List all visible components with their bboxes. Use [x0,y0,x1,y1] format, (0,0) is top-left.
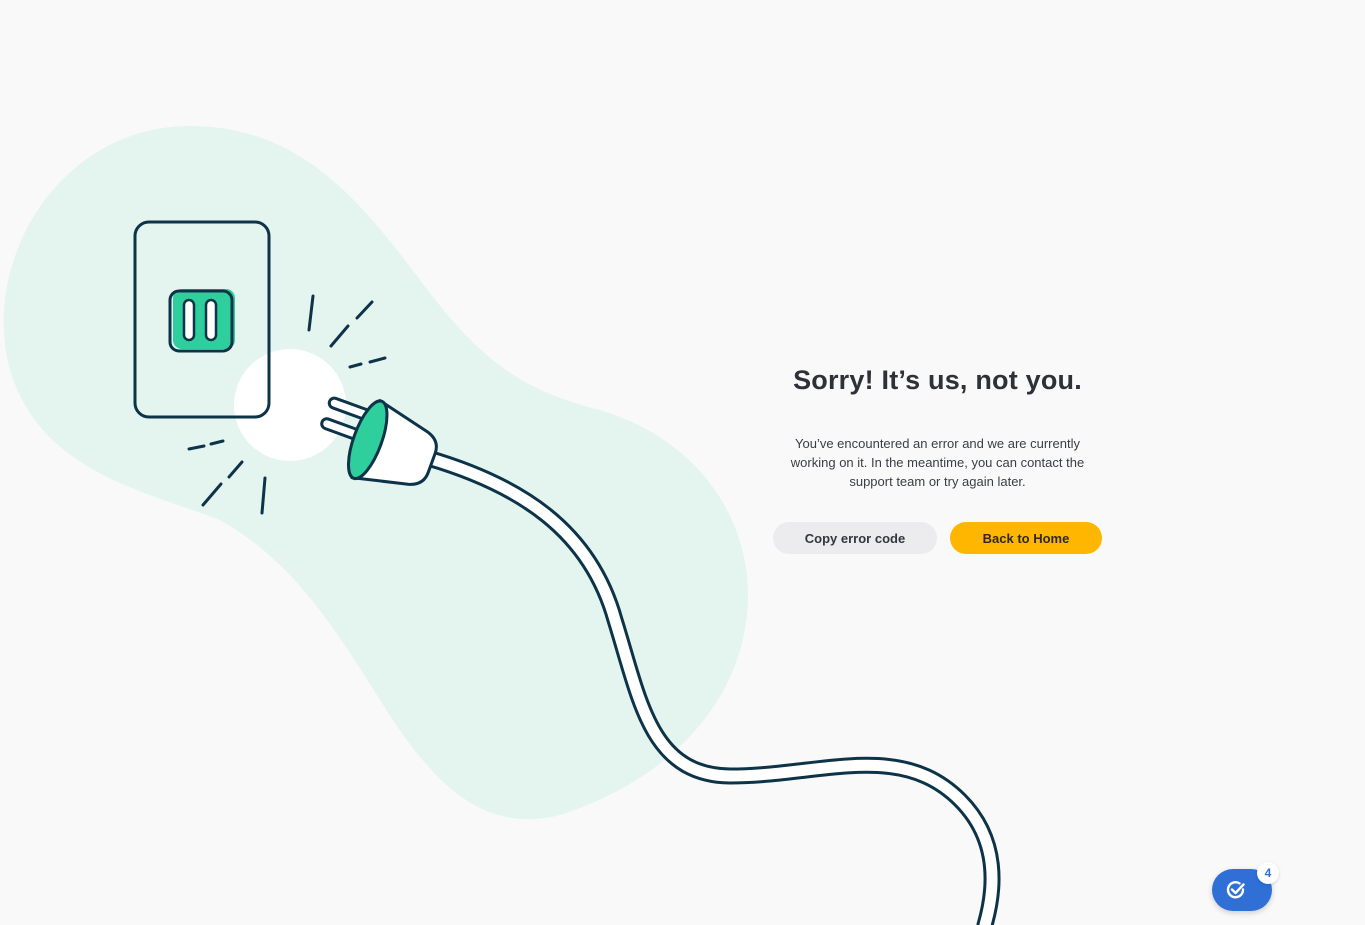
back-to-home-button[interactable]: Back to Home [950,522,1102,554]
error-title: Sorry! It’s us, not you. [793,365,1082,395]
error-description: You’ve encountered an error and we are c… [790,436,1085,489]
notification-badge: 4 [1257,862,1279,884]
checklist-launcher-button[interactable]: 4 [1212,862,1279,911]
error-message: Sorry! It’s us, not you. You’ve encounte… [765,362,1110,491]
outlet-icon [168,289,235,353]
check-circle-icon [1226,881,1245,899]
copy-error-code-button[interactable]: Copy error code [773,522,937,554]
error-actions: Copy error code Back to Home [773,522,1103,554]
unplugged-illustration [3,126,1001,925]
error-page: Sorry! It’s us, not you. You’ve encounte… [0,0,1365,925]
